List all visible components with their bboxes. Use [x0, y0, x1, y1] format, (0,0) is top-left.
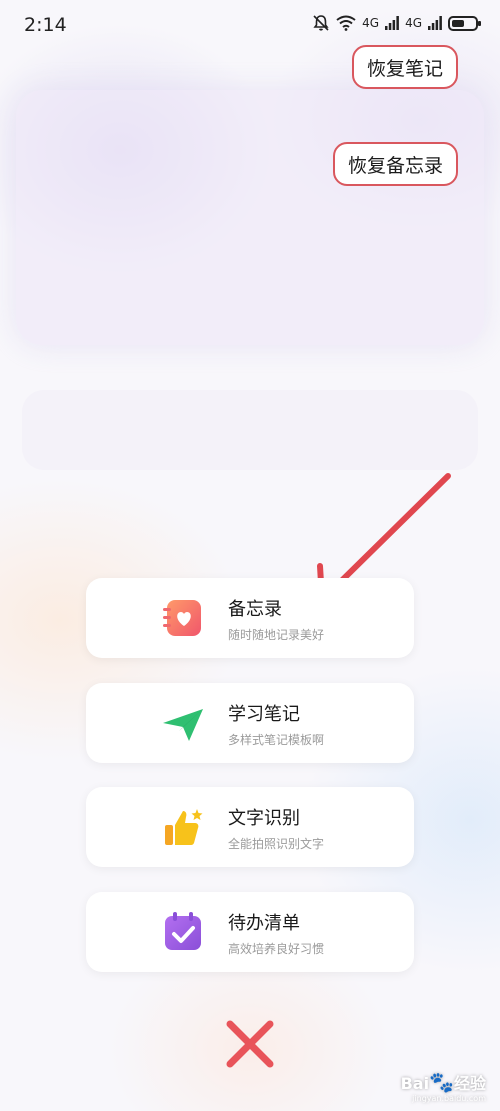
calendar-check-icon — [165, 912, 201, 950]
signal-label-2: 4G — [405, 16, 422, 30]
signal-bars-icon — [428, 16, 442, 30]
option-subtitle: 高效培养良好习惯 — [228, 942, 325, 956]
close-icon[interactable] — [224, 1018, 276, 1070]
status-icons: 4G 4G — [312, 14, 481, 32]
watermark-url: jingyan.baidu.com — [412, 1094, 486, 1103]
thumbs-up-icon — [165, 809, 203, 845]
option-card-memo[interactable]: 备忘录 随时随地记录美好 — [86, 578, 414, 658]
mute-bell-icon — [313, 15, 329, 31]
paper-plane-icon — [163, 709, 203, 741]
restore-memo-button[interactable]: 恢复备忘录 — [333, 142, 458, 186]
option-subtitle: 随时随地记录美好 — [228, 628, 325, 642]
option-title: 备忘录 — [228, 599, 282, 620]
paw-icon: 🐾 — [429, 1070, 454, 1094]
option-card-text-recognition[interactable]: 文字识别 全能拍照识别文字 — [86, 787, 414, 867]
watermark-brand-suffix: 经验 — [453, 1074, 486, 1093]
option-card-todo-list[interactable]: 待办清单 高效培养良好习惯 — [86, 892, 414, 972]
status-time: 2:14 — [24, 14, 67, 36]
signal-bars-icon — [385, 16, 399, 30]
option-title: 文字识别 — [228, 808, 300, 829]
blurred-note-card — [16, 90, 484, 345]
battery-icon — [448, 15, 481, 31]
wifi-icon — [336, 15, 356, 31]
option-title: 待办清单 — [228, 913, 300, 934]
option-subtitle: 全能拍照识别文字 — [228, 837, 325, 851]
signal-label-1: 4G — [362, 16, 380, 30]
baidu-watermark: Bai🐾经验 jingyan.baidu.com — [401, 1070, 486, 1103]
option-card-study-notes[interactable]: 学习笔记 多样式笔记模板啊 — [86, 683, 414, 763]
blurred-note-card-secondary — [22, 390, 478, 470]
option-title: 学习笔记 — [228, 704, 300, 725]
option-subtitle: 多样式笔记模板啊 — [228, 733, 325, 747]
watermark-brand: Bai — [400, 1074, 430, 1093]
memo-heart-icon — [163, 600, 201, 636]
restore-notes-button[interactable]: 恢复笔记 — [352, 45, 458, 89]
